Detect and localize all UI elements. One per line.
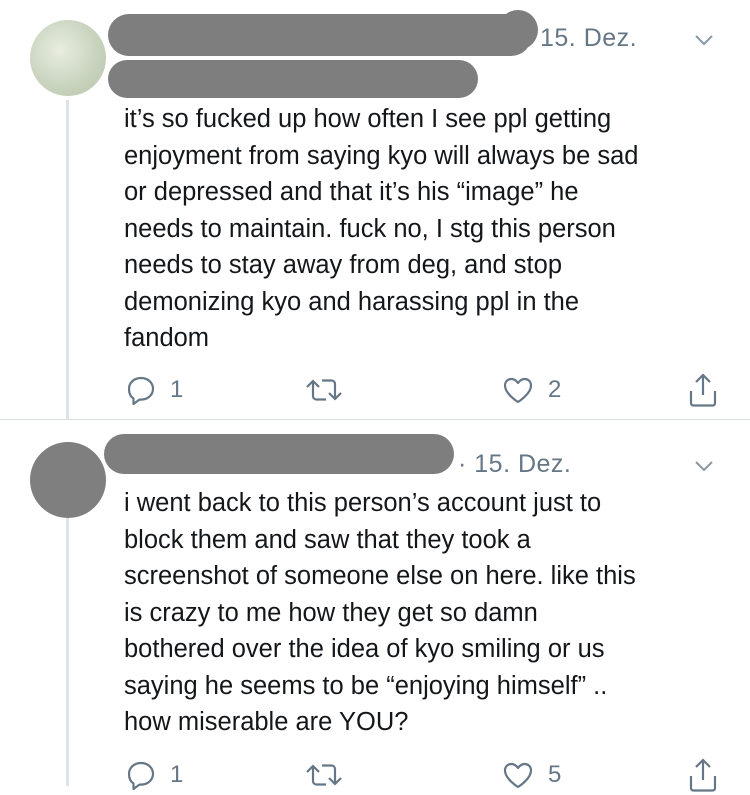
tweet[interactable]: · 15. Dez. i went back to this person’s … [0,420,750,792]
retweet-icon [306,764,342,786]
share-icon [689,373,717,407]
tweet-date: 15. Dez. [540,24,638,52]
heart-icon [503,377,533,404]
tweet-actions: 1 5 [124,755,724,795]
redacted-username-end [498,10,538,50]
reply-button[interactable]: 1 [124,755,183,795]
like-button[interactable]: 5 [500,755,561,795]
reply-icon [127,761,155,791]
tweet-date: · 15. Dez. [458,450,572,478]
reply-button[interactable]: 1 [124,370,183,410]
like-count: 5 [548,761,562,788]
retweet-button[interactable] [304,370,356,410]
tweet-actions: 1 2 [124,370,724,410]
chevron-down-icon[interactable] [692,30,716,50]
like-count: 2 [548,376,562,403]
avatar[interactable] [30,442,106,518]
share-button[interactable] [686,370,720,410]
reply-icon [127,376,155,406]
thread-line [66,100,69,420]
reply-count: 1 [170,761,184,788]
redacted-reply-to [108,60,478,98]
tweet-text: i went back to this person’s account jus… [124,489,636,736]
share-button[interactable] [686,755,720,795]
thread-line [66,518,69,786]
heart-icon [503,762,533,789]
share-icon [689,758,717,792]
redacted-username [340,442,450,470]
reply-count: 1 [170,376,184,403]
redacted-display-name [108,14,532,56]
avatar[interactable] [30,20,106,96]
tweet[interactable]: 15. Dez. it’s so fucked up how often I s… [0,0,750,420]
chevron-down-icon[interactable] [692,456,716,476]
tweet-text: it’s so fucked up how often I see ppl ge… [124,105,639,352]
like-button[interactable]: 2 [500,370,561,410]
retweet-icon [306,379,342,401]
retweet-button[interactable] [304,755,356,795]
